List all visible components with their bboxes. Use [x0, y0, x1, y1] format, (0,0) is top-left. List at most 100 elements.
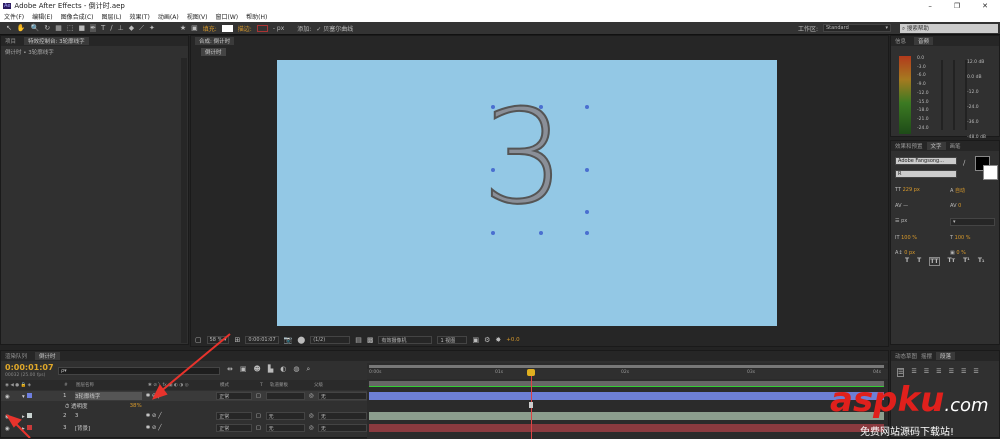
composition-mini-flowchart-icon[interactable]: ⇹ [227, 365, 233, 374]
text-tool-icon[interactable]: T [101, 24, 105, 32]
restore-button[interactable]: ❐ [954, 2, 960, 10]
brush-tool-icon[interactable]: ∕ [110, 24, 112, 32]
audio-slider[interactable] [965, 60, 967, 130]
tab-character[interactable]: 文字 [926, 142, 946, 150]
tab-motion-sketch[interactable]: 动态草图 [895, 352, 917, 360]
camera-select[interactable]: 有效摄像机 [378, 336, 433, 344]
region-icon[interactable]: ▤ [355, 336, 362, 344]
parent-select[interactable]: 无 [317, 412, 367, 420]
hand-tool-icon[interactable]: ✋ [17, 24, 26, 32]
tsume-field[interactable]: ▣ 0 % [950, 250, 1000, 256]
faux-italic-button[interactable]: T [917, 257, 921, 266]
star-icon[interactable]: ★ [180, 24, 186, 32]
tab-countdown-comp[interactable]: 倒计时 [35, 352, 60, 360]
faux-bold-button[interactable]: T [905, 257, 909, 266]
graph-editor-icon[interactable]: ⌕ [306, 365, 310, 374]
menu-window[interactable]: 窗口(W) [215, 12, 238, 21]
visibility-toggle[interactable]: ◉ ▸ [5, 412, 59, 420]
playhead-icon[interactable] [527, 369, 535, 376]
layer-name[interactable]: 3 [75, 413, 142, 419]
resolution-select[interactable]: (1/2) [310, 336, 351, 344]
horizontal-scale-field[interactable]: T 100 % [950, 235, 1000, 241]
zoom-select[interactable]: 58 % ▾ [206, 336, 230, 344]
tab-render-queue[interactable]: 渲染队列 [5, 352, 27, 360]
menu-effect[interactable]: 效果(T) [130, 12, 150, 21]
align-left-icon[interactable]: ☰ [897, 368, 905, 377]
zoom-tool-icon[interactable]: 🔍 [31, 24, 40, 32]
composition-canvas[interactable]: 3 [277, 60, 777, 326]
parent-select[interactable]: 无 [317, 424, 367, 432]
t-checkbox[interactable]: ▢ [256, 393, 262, 399]
snapshot-icon[interactable]: 📷 [284, 336, 293, 344]
toggle-icon[interactable]: ▣ [472, 336, 479, 344]
work-area-bar[interactable] [369, 365, 884, 368]
layer-switches[interactable]: ✱ ⊘ ╱ [146, 413, 213, 419]
frame-blending-icon[interactable]: ▙ [268, 365, 273, 374]
layer-name[interactable]: 3轮廓线字 [74, 392, 142, 400]
opacity-value[interactable]: 38% [130, 403, 142, 409]
puppet-tool-icon[interactable]: ✦ [149, 24, 155, 32]
tracking-field[interactable]: AV 0 [950, 203, 1000, 209]
justify-center-icon[interactable]: ☰ [949, 368, 954, 377]
pickwhip-icon[interactable]: ◎ [309, 425, 314, 431]
pan-behind-tool-icon[interactable]: ⬚ [67, 24, 74, 32]
preview-icon[interactable]: ▢ [195, 336, 202, 344]
fast-preview-icon[interactable]: ✸ [495, 336, 501, 344]
close-button[interactable]: ✕ [982, 2, 988, 10]
timecode-field[interactable]: 0:00:01:07 [245, 336, 279, 344]
time-ruler[interactable]: 0:00s 01s 02s 03s 04s [367, 369, 888, 379]
menu-file[interactable]: 文件(F) [4, 12, 24, 21]
layer-search-input[interactable]: ρ▾ [58, 367, 220, 375]
panel-scrollbar[interactable] [181, 58, 187, 343]
track-matte-select[interactable]: 无 [265, 412, 305, 420]
views-select[interactable]: 1 视图 [437, 336, 468, 344]
align-center-icon[interactable]: ☰ [911, 368, 916, 377]
motion-blur-icon[interactable]: ◐ [280, 365, 286, 374]
menu-view[interactable]: 视图(V) [187, 12, 208, 21]
layer-name-header[interactable]: 图层名称 [76, 382, 144, 388]
layer-name[interactable]: [背景] [75, 424, 142, 432]
tab-project[interactable]: 项目 [5, 37, 16, 45]
layer-row[interactable]: ◉ ▾ 1 3轮廓线字 ✱ ⊘ ╱ 正常 ▢ ◎ 无 [1, 391, 367, 401]
all-caps-button[interactable]: TT [929, 257, 940, 266]
tab-effect-controls[interactable]: 特效控制台: 3轮廓线字 [24, 37, 89, 45]
menu-help[interactable]: 帮助(H) [246, 12, 267, 21]
selection-tool-icon[interactable]: ↖ [6, 24, 12, 32]
font-family-select[interactable]: Adobe Fangsong... [895, 157, 957, 165]
blend-mode-select[interactable]: 正常 [216, 392, 252, 400]
tab-audio[interactable]: 音频 [914, 37, 934, 45]
parent-select[interactable]: 无 [317, 392, 367, 400]
transparency-grid-icon[interactable]: ▩ [367, 336, 374, 344]
track-matte-select[interactable] [265, 392, 305, 400]
fill-swatch[interactable] [221, 24, 233, 32]
audio-slider[interactable] [953, 60, 955, 130]
align-right-icon[interactable]: ☰ [924, 368, 929, 377]
menu-composition[interactable]: 图像合成(C) [61, 12, 94, 21]
kerning-field[interactable]: AV — [895, 203, 950, 209]
grid-icon[interactable]: ⊞ [234, 336, 240, 344]
eraser-tool-icon[interactable]: ◆ [129, 24, 134, 32]
small-caps-button[interactable]: Tт [948, 257, 956, 266]
tab-brush[interactable]: 画笔 [950, 142, 961, 150]
menu-edit[interactable]: 编辑(E) [32, 12, 52, 21]
vertical-scale-field[interactable]: IT 100 % [895, 235, 950, 241]
visibility-toggle[interactable]: ◉ ▸ [5, 424, 59, 432]
exposure-value[interactable]: +0.0 [506, 337, 519, 343]
current-timecode[interactable]: 0:00:01:07 [5, 363, 54, 372]
layer-duration-bar[interactable] [369, 412, 884, 420]
pen-tool-icon[interactable]: ✒ [90, 24, 96, 32]
tab-composition[interactable]: 合成: 倒计时 [195, 37, 235, 45]
track-matte-select[interactable]: 无 [265, 424, 305, 432]
justify-right-icon[interactable]: ☰ [961, 368, 966, 377]
label-color[interactable] [26, 424, 32, 430]
layer-duration-bar[interactable] [369, 392, 884, 400]
help-search-input[interactable]: ⌕ 搜索帮助 [900, 23, 998, 33]
minimize-button[interactable]: – [928, 2, 932, 10]
flowchart-icon[interactable]: ⚙ [484, 336, 490, 344]
stroke-swatch[interactable] [256, 24, 268, 32]
opacity-property-row[interactable]: ⏱ 透明度 38% [1, 401, 367, 411]
layer-switches[interactable]: ✱ ⊘ ╱ [146, 425, 213, 431]
blend-mode-select[interactable]: 正常 [216, 412, 252, 420]
superscript-button[interactable]: T¹ [963, 257, 970, 266]
layer-row[interactable]: ◉ ▸ 2 3 ✱ ⊘ ╱ 正常 ▢ 无 ◎ 无 [1, 411, 367, 421]
